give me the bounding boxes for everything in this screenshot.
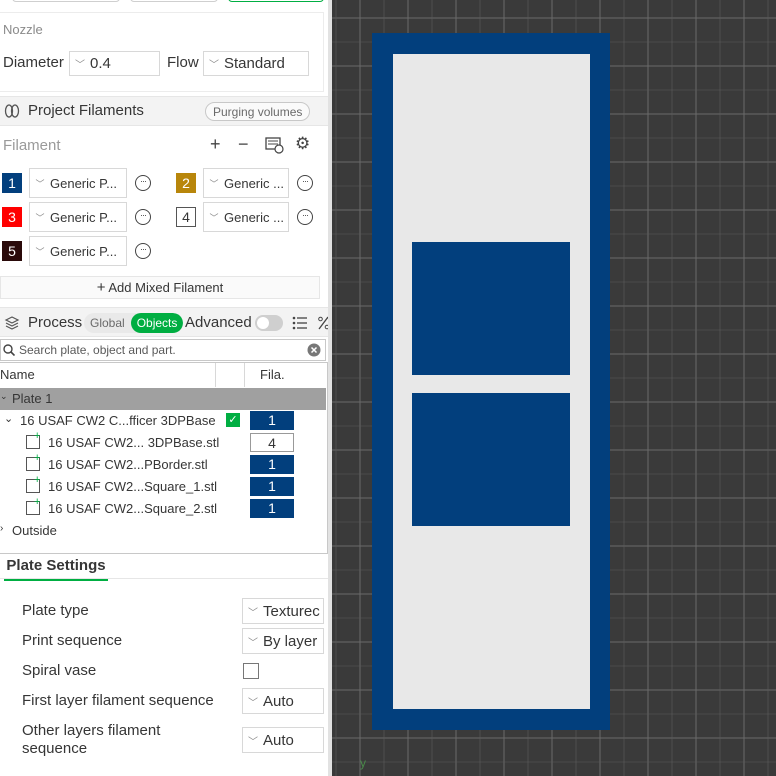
more-options-icon[interactable]: ··· — [135, 175, 151, 191]
flow-label: Flow — [167, 54, 199, 71]
filament-swatch-2[interactable]: 2 — [176, 173, 196, 193]
nozzle-title: Nozzle — [3, 22, 43, 37]
chevron-down-icon: ﹀ — [248, 637, 258, 649]
sync-filament-icon[interactable] — [265, 137, 285, 155]
chevron-down-icon: ﹀ — [75, 60, 85, 71]
filament-select-4[interactable]: ﹀ Generic ... — [203, 202, 289, 232]
chevron-down-icon: ﹀ — [209, 212, 219, 223]
more-options-icon[interactable]: ··· — [297, 175, 313, 191]
filament-label: Filament — [3, 137, 61, 154]
part-row[interactable]: + 16 USAF CW2... 3DPBase.stl 4 — [0, 430, 326, 454]
filament-swatch-5[interactable]: 5 — [2, 241, 22, 261]
first-layer-label: First layer filament sequence — [22, 692, 214, 709]
top-tab-button-3[interactable] — [228, 0, 324, 2]
part-row[interactable]: + 16 USAF CW2...Square_1.stl 1 — [0, 474, 326, 498]
top-tab-button-2[interactable] — [130, 0, 218, 2]
part-row[interactable]: + 16 USAF CW2...PBorder.stl 1 — [0, 452, 326, 476]
y-axis-label: y — [360, 756, 366, 770]
clear-search-icon[interactable] — [307, 343, 321, 357]
divider — [0, 578, 328, 579]
chevron-down-icon: ﹀ — [209, 178, 219, 189]
chevron-down-icon: ﹀ — [248, 607, 258, 619]
global-objects-toggle[interactable]: Global Objects — [84, 313, 184, 333]
first-layer-select[interactable]: ﹀ Auto — [242, 688, 324, 714]
add-mixed-filament-button[interactable]: + Add Mixed Filament — [0, 276, 320, 299]
objects-option[interactable]: Objects — [130, 313, 184, 333]
more-options-icon[interactable]: ··· — [135, 243, 151, 259]
sidebar-panel: Nozzle Diameter ﹀ 0.4 Flow ﹀ Standard Pr… — [0, 0, 328, 776]
plate-type-select[interactable]: ﹀ Texturec — [242, 598, 324, 624]
other-layers-select[interactable]: ﹀ Auto — [242, 727, 324, 753]
spiral-vase-checkbox[interactable] — [243, 663, 259, 679]
part-icon: + — [26, 452, 40, 471]
model-square-2[interactable] — [412, 393, 570, 526]
more-options-icon[interactable]: ··· — [297, 209, 313, 225]
checkmark-icon[interactable]: ✓ — [226, 413, 240, 427]
list-icon[interactable] — [292, 316, 308, 330]
filament-select-2[interactable]: ﹀ Generic ... — [203, 168, 289, 198]
chevron-down-icon: ⌄ — [4, 413, 14, 425]
global-option[interactable]: Global — [84, 313, 131, 333]
layers-icon — [4, 316, 20, 330]
percent-icon[interactable] — [318, 316, 328, 330]
object-search-input[interactable]: Search plate, object and part. — [0, 339, 326, 361]
print-sequence-label: Print sequence — [22, 632, 123, 649]
gear-icon[interactable]: ⚙ — [295, 134, 310, 154]
chevron-right-icon: › — [0, 523, 4, 534]
filament-swatch-1[interactable]: 1 — [2, 173, 22, 193]
remove-filament-icon[interactable]: − — [238, 134, 249, 155]
filament-badge[interactable]: 1 — [250, 477, 294, 496]
purging-volumes-button[interactable]: Purging volumes — [205, 102, 311, 121]
model-square-1[interactable] — [412, 242, 570, 375]
add-filament-icon[interactable]: + — [210, 134, 221, 155]
filament-badge[interactable]: 1 — [250, 455, 294, 474]
filament-spool-icon — [4, 104, 20, 118]
part-icon: + — [26, 496, 40, 515]
column-header-filament[interactable]: Fila. — [260, 363, 285, 387]
chevron-down-icon: ﹀ — [209, 60, 219, 71]
flow-select[interactable]: ﹀ Standard — [203, 51, 309, 76]
filament-badge[interactable]: 1 — [250, 411, 294, 430]
more-options-icon[interactable]: ··· — [135, 209, 151, 225]
advanced-toggle[interactable] — [255, 315, 283, 331]
plus-icon: + — [96, 279, 106, 296]
outside-row[interactable]: › Outside — [0, 520, 326, 542]
part-row[interactable]: + 16 USAF CW2...Square_2.stl 1 — [0, 496, 326, 520]
project-filaments-title: Project Filaments — [28, 102, 144, 119]
part-icon: + — [26, 474, 40, 493]
object-row[interactable]: ⌄ 16 USAF CW2 C...fficer 3DPBase ✓ 1 — [0, 410, 326, 432]
filament-select-5[interactable]: ﹀ Generic P... — [29, 236, 127, 266]
3d-viewport[interactable]: y — [332, 0, 776, 776]
chevron-down-icon: ﹀ — [35, 246, 45, 257]
model-base[interactable] — [393, 54, 590, 709]
chevron-down-icon: ﹀ — [248, 736, 258, 748]
chevron-down-icon: ⌄ — [0, 391, 8, 401]
chevron-down-icon: ﹀ — [35, 178, 45, 189]
filament-badge[interactable]: 4 — [250, 433, 294, 452]
column-header-spacer — [217, 363, 245, 387]
filament-swatch-3[interactable]: 3 — [2, 207, 22, 227]
search-icon — [3, 344, 15, 356]
chevron-down-icon: ﹀ — [35, 212, 45, 223]
part-icon: + — [26, 430, 40, 449]
top-tab-button-1[interactable] — [12, 0, 120, 2]
advanced-label: Advanced — [185, 314, 252, 331]
filament-badge[interactable]: 1 — [250, 499, 294, 518]
plate-row[interactable]: ⌄ Plate 1 — [0, 388, 326, 410]
chevron-down-icon: ﹀ — [248, 697, 258, 709]
object-list: Name Fila. ⌄ Plate 1 ⌄ 16 USAF CW2 C...f… — [0, 362, 328, 554]
process-title: Process — [28, 314, 83, 331]
diameter-select[interactable]: ﹀ 0.4 — [69, 51, 160, 76]
model-preview[interactable] — [332, 0, 776, 776]
spiral-vase-label: Spiral vase — [22, 662, 97, 679]
plate-type-label: Plate type — [22, 602, 89, 619]
print-sequence-select[interactable]: ﹀ By layer — [242, 628, 324, 654]
diameter-label: Diameter — [3, 54, 64, 71]
filament-select-3[interactable]: ﹀ Generic P... — [29, 202, 127, 232]
filament-swatch-4[interactable]: 4 — [176, 207, 196, 227]
other-layers-label: Other layers filament sequence — [22, 722, 161, 757]
column-header-name[interactable]: Name — [0, 363, 216, 387]
filament-select-1[interactable]: ﹀ Generic P... — [29, 168, 127, 198]
